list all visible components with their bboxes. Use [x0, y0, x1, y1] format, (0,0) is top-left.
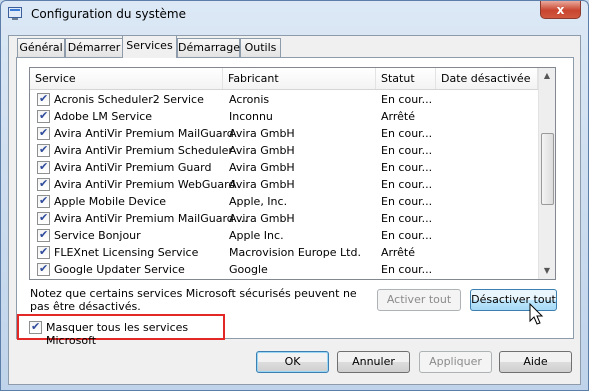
service-fabricant: Avira GmbH — [229, 127, 295, 140]
table-row[interactable]: Google Updater Service Google En cour... — [30, 261, 538, 278]
service-name: Avira AntiVir Premium Guard — [54, 161, 212, 174]
service-statut: En cour... — [381, 93, 433, 106]
tab-general[interactable]: Général — [17, 38, 65, 57]
service-fabricant: Apple Inc. — [229, 229, 284, 242]
service-statut: En cour... — [381, 229, 433, 242]
table-row[interactable]: Avira AntiVir Premium MailGuardAvira Gmb… — [30, 125, 538, 142]
help-button[interactable]: Aide — [499, 351, 572, 373]
ok-button[interactable]: OK — [256, 351, 329, 373]
service-statut: En cour... — [381, 212, 433, 225]
title-bar[interactable]: Configuration du système x — [1, 1, 588, 27]
service-fabricant: Avira GmbH — [229, 161, 295, 174]
service-name: Apple Mobile Device — [54, 195, 167, 208]
service-name: FLEXnet Licensing Service — [54, 246, 199, 259]
system-config-window: Configuration du système x Général Démar… — [0, 0, 589, 391]
service-checkbox[interactable] — [37, 177, 50, 191]
tab-label: Services — [126, 39, 173, 52]
service-checkbox[interactable] — [37, 262, 50, 276]
tab-outils[interactable]: Outils — [240, 38, 281, 57]
service-checkbox[interactable] — [37, 211, 50, 225]
apply-button[interactable]: Appliquer — [419, 351, 492, 373]
service-name: Avira AntiVir Premium WebGuard — [54, 178, 236, 191]
service-name: Acronis Scheduler2 Service — [54, 93, 204, 106]
column-header-statut[interactable]: Statut — [376, 68, 436, 89]
tab-demarrage[interactable]: Démarrage — [177, 38, 240, 57]
column-header-date[interactable]: Date désactivée — [436, 68, 538, 89]
tab-label: Démarrage — [178, 41, 241, 54]
service-statut: En cour... — [381, 178, 433, 191]
service-statut: En cour... — [381, 127, 433, 140]
table-row[interactable]: Apple Mobile Device Apple, Inc. En cour... — [30, 193, 538, 210]
table-row[interactable]: Adobe LM Service Inconnu Arrêté — [30, 108, 538, 125]
close-icon: x — [556, 3, 565, 17]
service-fabricant: Google — [229, 263, 268, 276]
service-checkbox[interactable] — [37, 92, 50, 106]
service-name: Adobe LM Service — [54, 110, 153, 123]
microsoft-services-note: Notez que certains services Microsoft sé… — [30, 287, 357, 313]
close-button[interactable]: x — [540, 1, 581, 19]
service-fabricant: Macrovision Europe Ltd. — [229, 246, 361, 259]
hide-microsoft-checkbox[interactable] — [29, 320, 42, 334]
service-checkbox[interactable] — [37, 245, 50, 259]
tab-demarrer[interactable]: Démarrer — [65, 38, 123, 57]
column-label: Statut — [381, 72, 415, 85]
service-statut: Arrêté — [381, 246, 415, 259]
service-checkbox[interactable] — [37, 143, 50, 157]
services-list[interactable]: Service Fabricant Statut Date désactivée… — [29, 67, 556, 280]
service-statut: En cour... — [381, 263, 433, 276]
service-fabricant: Avira GmbH — [229, 212, 295, 225]
list-header: Service Fabricant Statut Date désactivée — [30, 68, 538, 90]
tab-services[interactable]: Services — [122, 35, 177, 58]
column-label: Date désactivée — [441, 72, 531, 85]
table-row[interactable]: FLEXnet Licensing Service Macrovision Eur… — [30, 244, 538, 261]
service-checkbox[interactable] — [37, 228, 50, 242]
service-checkbox[interactable] — [37, 109, 50, 123]
column-header-service[interactable]: Service — [30, 68, 223, 89]
cancel-button[interactable]: Annuler — [337, 351, 410, 373]
table-row[interactable]: Avira AntiVir Premium Guard Avira GmbH En … — [30, 159, 538, 176]
vertical-scrollbar[interactable]: ▲ ▼ — [538, 68, 555, 279]
table-row[interactable]: Avira AntiVir Premium MailGuard ...Avira… — [30, 210, 538, 227]
hide-microsoft-services[interactable]: Masquer tous les services Microsoft — [17, 314, 225, 347]
enable-all-button[interactable]: Activer tout — [377, 289, 461, 311]
column-label: Service — [35, 72, 76, 85]
service-name: Avira AntiVir Premium MailGuard — [54, 127, 234, 140]
scroll-thumb[interactable] — [541, 133, 554, 205]
tab-label: Démarrer — [67, 41, 121, 54]
service-statut: En cour... — [381, 195, 433, 208]
service-statut: En cour... — [381, 144, 433, 157]
column-label: Fabricant — [228, 72, 279, 85]
service-checkbox[interactable] — [37, 126, 50, 140]
scroll-down-icon[interactable]: ▼ — [541, 265, 553, 277]
service-name: Avira AntiVir Premium Scheduler — [54, 144, 233, 157]
table-row[interactable]: Avira AntiVir Premium WebGuardAvira GmbH… — [30, 176, 538, 193]
service-name: Service Bonjour — [54, 229, 141, 242]
service-checkbox[interactable] — [37, 160, 50, 174]
column-header-fabricant[interactable]: Fabricant — [223, 68, 376, 89]
service-fabricant: Apple, Inc. — [229, 195, 288, 208]
tab-label: Général — [19, 41, 63, 54]
service-checkbox[interactable] — [37, 194, 50, 208]
mouse-pointer-icon — [529, 303, 544, 325]
table-row[interactable]: Avira AntiVir Premium SchedulerAvira Gmb… — [30, 142, 538, 159]
service-statut: Arrêté — [381, 110, 415, 123]
service-name: Avira AntiVir Premium MailGuard ... — [54, 212, 248, 225]
service-fabricant: Avira GmbH — [229, 178, 295, 191]
hide-microsoft-label: Masquer tous les services Microsoft — [46, 321, 189, 347]
service-fabricant: Acronis — [229, 93, 270, 106]
tab-label: Outils — [244, 41, 277, 54]
table-row[interactable]: Acronis Scheduler2 Service Acronis En cour… — [30, 91, 538, 108]
table-row[interactable]: Service Bonjour Apple Inc. En cour... — [30, 227, 538, 244]
service-name: Google Updater Service — [54, 263, 185, 276]
service-statut: En cour... — [381, 161, 433, 174]
scroll-up-icon[interactable]: ▲ — [541, 70, 553, 82]
service-fabricant: Avira GmbH — [229, 144, 295, 157]
app-icon — [8, 7, 22, 20]
window-title: Configuration du système — [31, 7, 186, 21]
service-fabricant: Inconnu — [229, 110, 273, 123]
